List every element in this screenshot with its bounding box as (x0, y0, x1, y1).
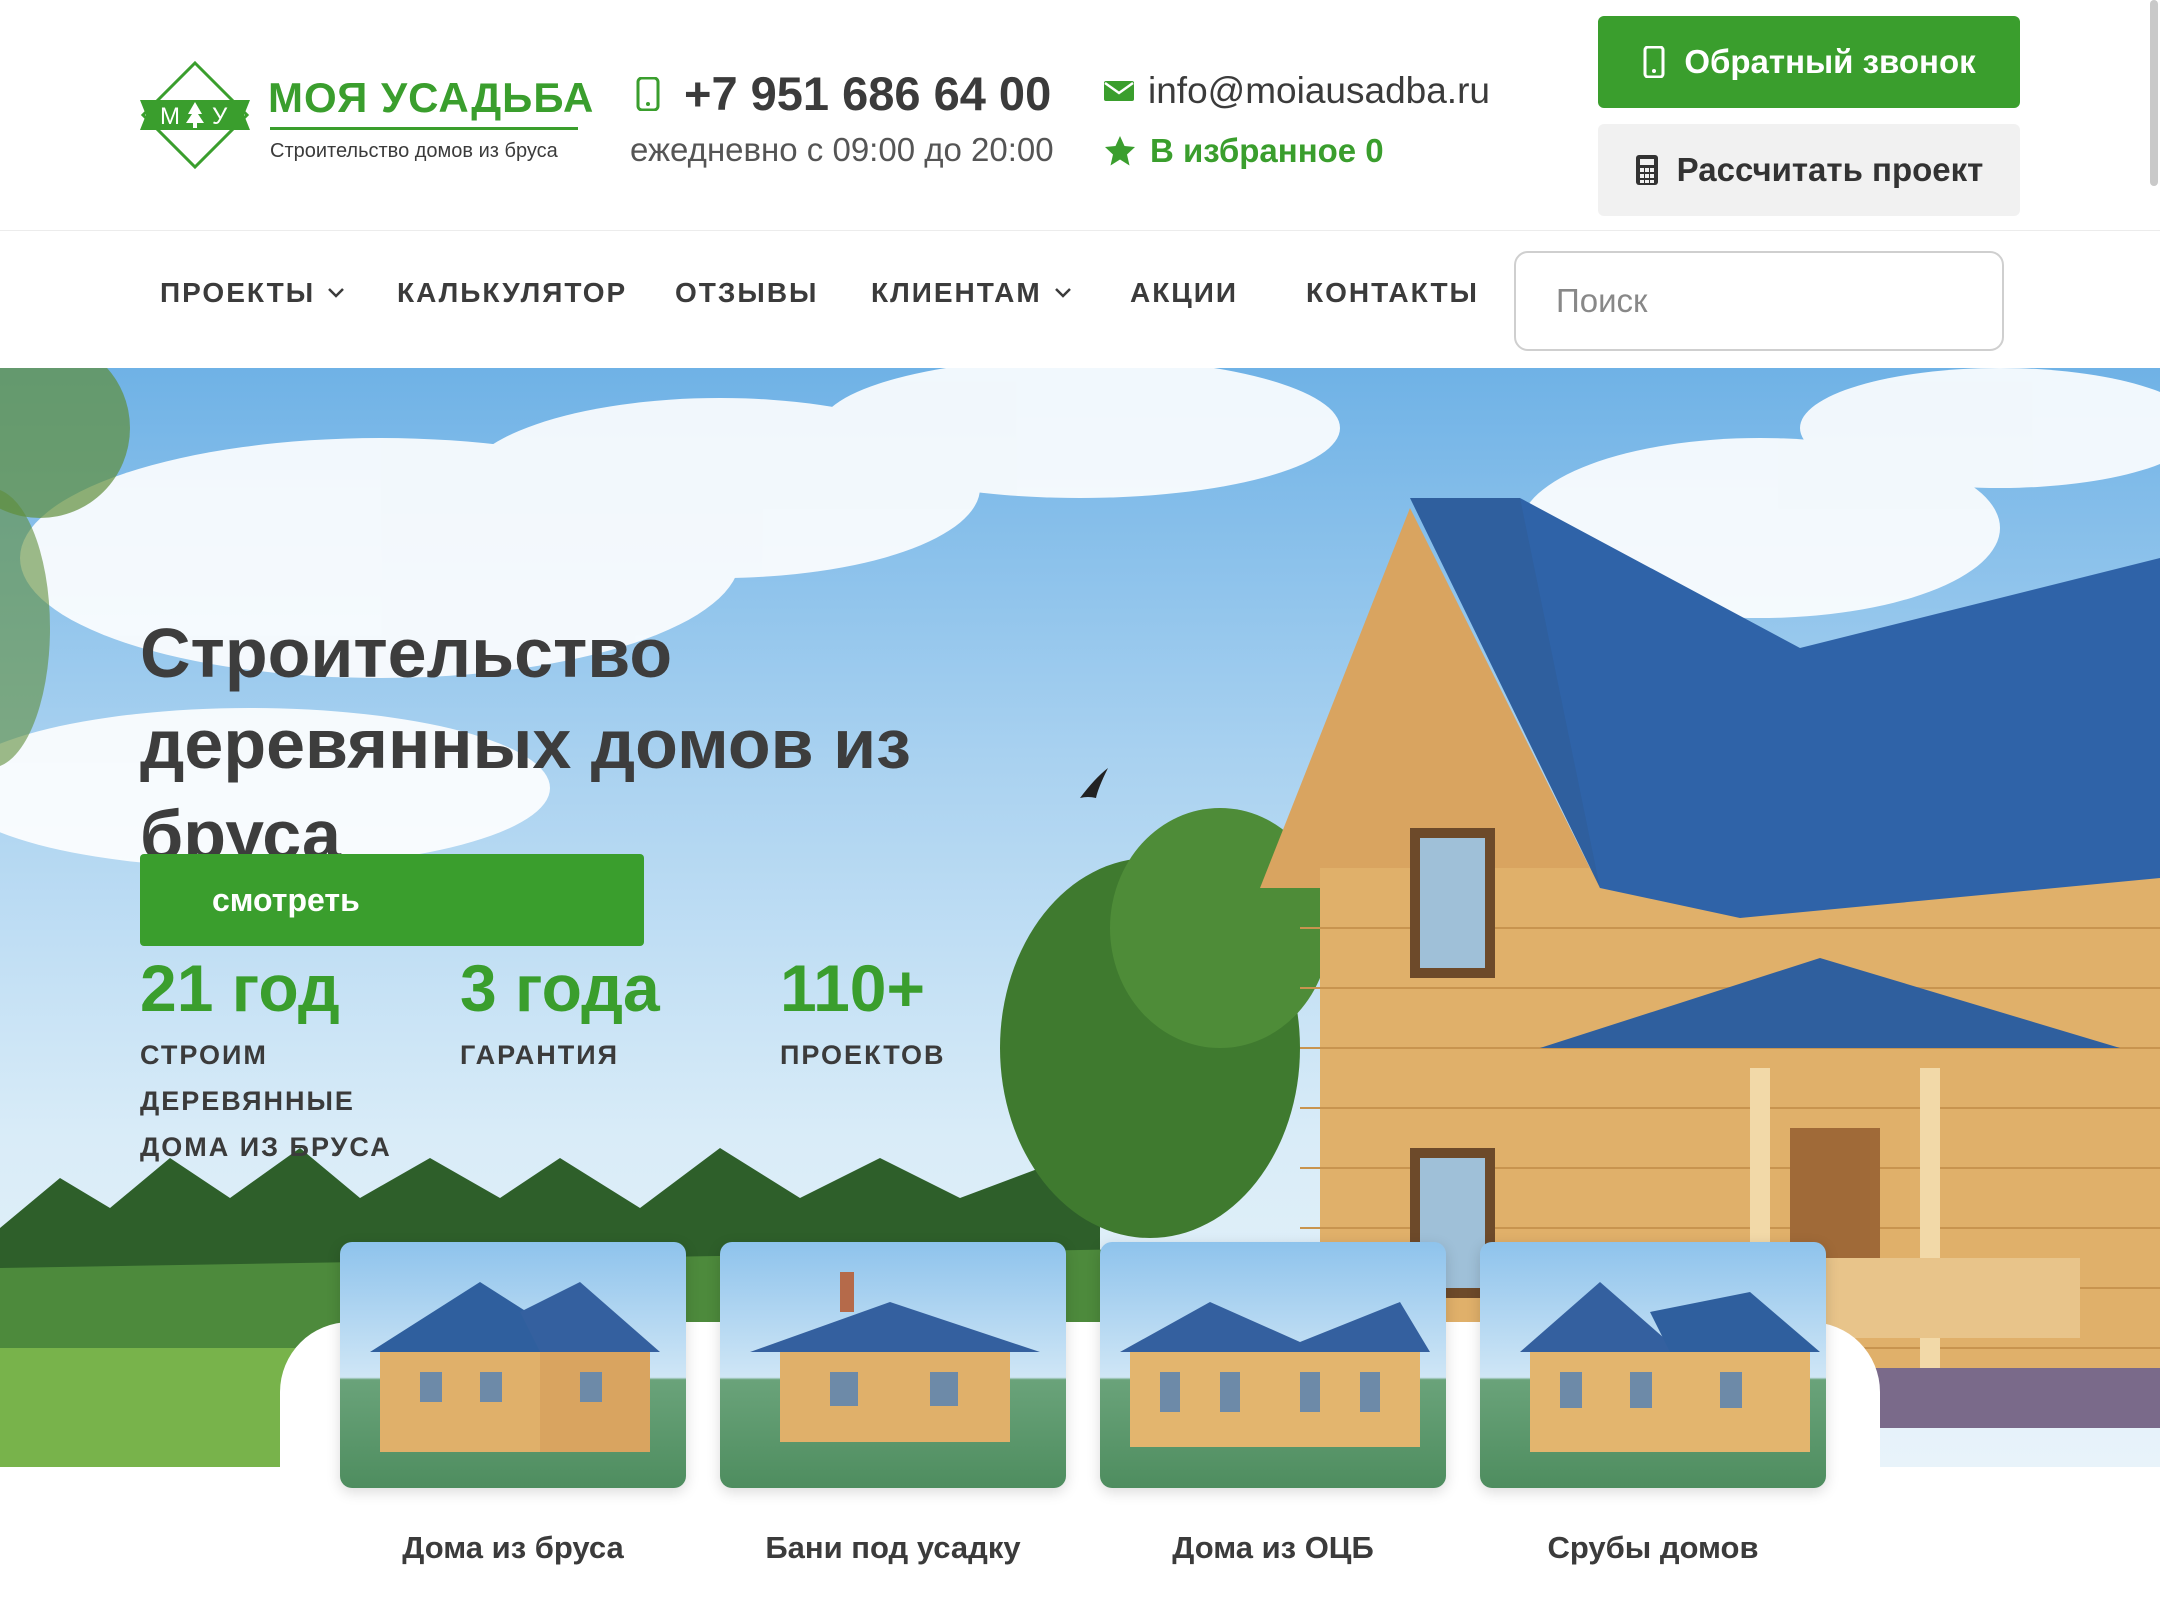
mobile-phone-icon (1643, 46, 1665, 78)
category-label: Дома из ОЦБ (1172, 1530, 1374, 1565)
category-image (340, 1242, 686, 1488)
callback-button[interactable]: Обратный звонок (1598, 16, 2020, 108)
category-card-bathhouses[interactable]: Бани под усадку (720, 1242, 1066, 1566)
hero-title: Строительство деревянных домов из бруса (140, 614, 911, 874)
category-image (720, 1242, 1066, 1488)
stat-label: ГАРАНТИЯ (460, 1040, 620, 1070)
nav-item-promotions[interactable]: АКЦИИ (1130, 277, 1238, 309)
stat-value: 3 года (460, 951, 660, 1025)
callback-label: Обратный звонок (1684, 43, 1976, 80)
category-image (1480, 1242, 1826, 1488)
envelope-icon (1104, 81, 1134, 101)
nav-item-label: ПРОЕКТЫ (160, 277, 316, 308)
chevron-down-icon (1054, 288, 1071, 298)
main-nav: ПРОЕКТЫ КАЛЬКУЛЯТОР ОТЗЫВЫ КЛИЕНТАМ АКЦИ… (0, 230, 2160, 368)
favorites-link[interactable]: В избранное 0 (1104, 132, 1544, 170)
calculate-project-label: Рассчитать проект (1676, 151, 1984, 188)
chevron-down-icon (328, 288, 345, 298)
search-input[interactable] (1514, 251, 2004, 351)
nav-item-label: КОНТАКТЫ (1306, 277, 1479, 308)
scrollbar-thumb[interactable] (2150, 0, 2158, 186)
star-icon (1105, 136, 1135, 166)
house-thumbnail (1520, 1282, 1820, 1452)
category-card-log-frames[interactable]: Срубы домов (1480, 1242, 1826, 1566)
category-image (1100, 1242, 1446, 1488)
stat-projects: 110+ ПРОЕКТОВ (780, 950, 946, 1078)
house-thumbnail (1120, 1302, 1430, 1447)
nav-item-calculator[interactable]: КАЛЬКУЛЯТОР (397, 277, 627, 309)
nav-item-contacts[interactable]: КОНТАКТЫ (1306, 277, 1479, 309)
stat-value: 21 год (140, 951, 340, 1025)
working-hours: ежедневно с 09:00 до 20:00 (630, 131, 1054, 168)
email-link[interactable]: info@moiausadba.ru (1148, 70, 1490, 112)
nav-item-label: ОТЗЫВЫ (675, 277, 819, 308)
contact-block: info@moiausadba.ru В избранное 0 (1104, 70, 1544, 170)
stat-label: СТРОИМ ДЕРЕВЯННЫЕ ДОМА ИЗ БРУСА (140, 1040, 392, 1162)
stat-warranty: 3 года ГАРАНТИЯ (460, 950, 660, 1078)
category-card-timber-houses[interactable]: Дома из бруса (340, 1242, 686, 1566)
site-header: М У МОЯ УСАДЬБА Строительство домов из б… (0, 0, 2160, 230)
view-projects-label: смотреть (212, 881, 360, 918)
nav-item-label: АКЦИИ (1130, 277, 1239, 308)
nav-item-label: КЛИЕНТАМ (871, 277, 1042, 308)
nav-item-projects[interactable]: ПРОЕКТЫ (160, 277, 345, 309)
nav-item-label: КАЛЬКУЛЯТОР (397, 277, 628, 308)
favorites-label: В избранное 0 (1150, 132, 1384, 169)
nav-item-clients[interactable]: КЛИЕНТАМ (871, 277, 1072, 309)
category-cards: Дома из бруса Бани под усадку Дома из ОЦ… (340, 1242, 1826, 1620)
logo-letter-m: М (160, 103, 180, 130)
house-thumbnail (370, 1282, 660, 1452)
mobile-phone-icon (636, 76, 660, 111)
stat-label: ПРОЕКТОВ (780, 1040, 946, 1070)
logo[interactable]: М У МОЯ УСАДЬБА Строительство домов из б… (140, 60, 593, 175)
logo-subtitle: Строительство домов из бруса (270, 140, 558, 162)
calculate-project-button[interactable]: Рассчитать проект (1598, 124, 2020, 216)
logo-underline (270, 127, 578, 130)
category-label: Бани под усадку (765, 1530, 1021, 1565)
category-card-log-houses[interactable]: Дома из ОЦБ (1100, 1242, 1446, 1566)
phone-link[interactable]: +7 951 686 64 00 (684, 66, 1051, 121)
logo-mark-icon: М У (140, 60, 250, 170)
logo-letter-u: У (212, 103, 228, 130)
calculator-icon (1635, 155, 1658, 185)
category-label: Дома из бруса (402, 1530, 624, 1565)
nav-item-reviews[interactable]: ОТЗЫВЫ (675, 277, 818, 309)
phone-block: +7 951 686 64 00 ежедневно с 09:00 до 20… (630, 66, 1060, 169)
view-projects-button[interactable]: смотреть (140, 854, 644, 946)
house-thumbnail (750, 1272, 1040, 1442)
logo-title: МОЯ УСАДЬБА (268, 74, 595, 121)
stat-value: 110+ (780, 951, 926, 1025)
stat-years: 21 год СТРОИМ ДЕРЕВЯННЫЕ ДОМА ИЗ БРУСА (140, 950, 400, 1170)
category-label: Срубы домов (1547, 1530, 1759, 1565)
